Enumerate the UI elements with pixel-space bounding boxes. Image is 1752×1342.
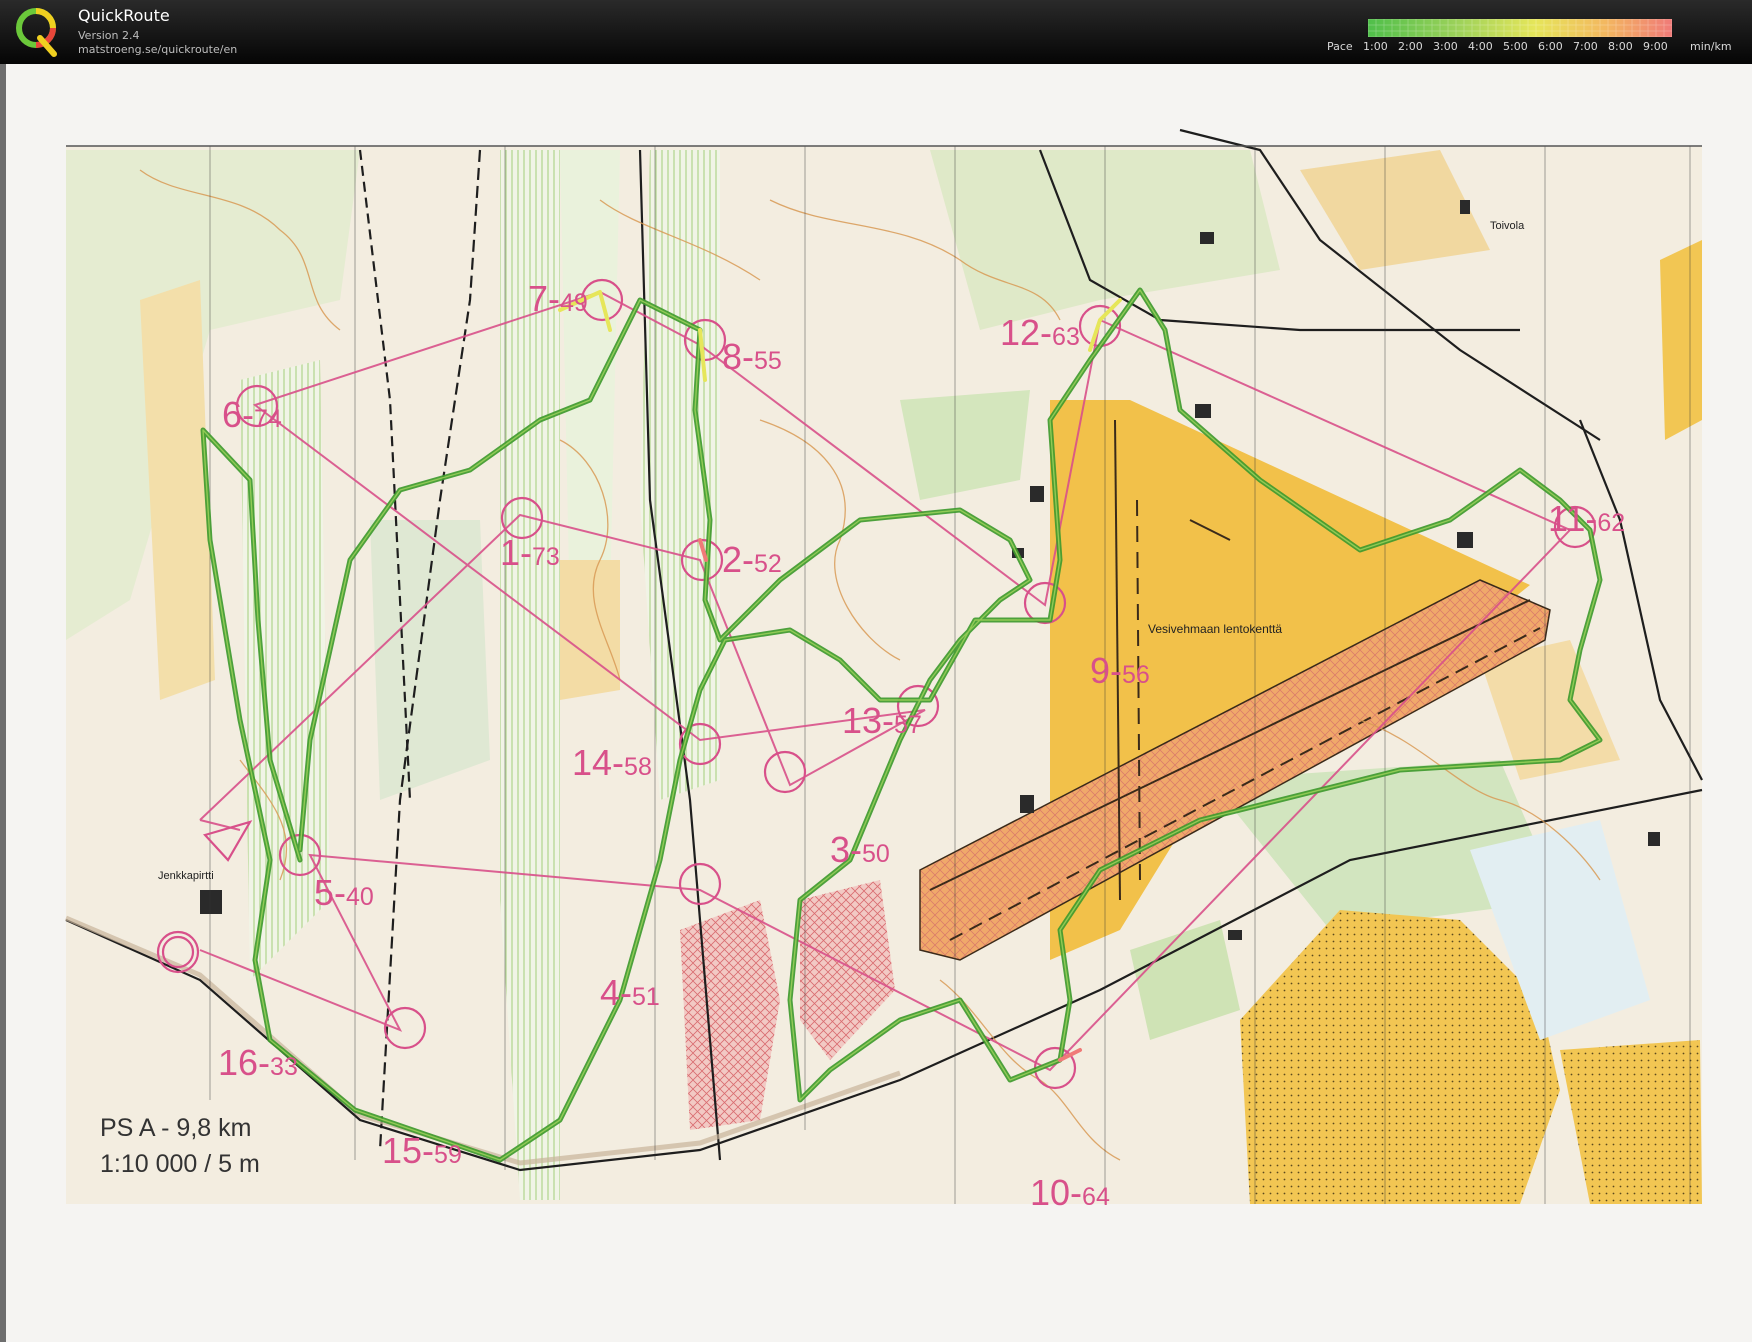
app-version: Version 2.4 [78, 29, 140, 42]
control-label: 15-59 [382, 1130, 462, 1171]
course-info: PS A - 9,8 km [100, 1114, 252, 1142]
control-label: 4-51 [600, 972, 660, 1013]
pace-label: Pace [1327, 40, 1353, 53]
control-label: 14-58 [572, 742, 652, 783]
top-bar: QuickRoute Version 2.4 matstroeng.se/qui… [0, 0, 1752, 64]
app-title: QuickRoute [78, 6, 170, 25]
pace-unit: min/km [1690, 40, 1732, 53]
control-label: 12-63 [1000, 312, 1080, 353]
control-label: 7-49 [528, 278, 588, 319]
place-name-airfield: Vesivehmaan lentokenttä [1148, 622, 1283, 636]
control-label: 3-50 [830, 829, 890, 870]
control-label: 13-57 [842, 700, 922, 741]
pace-tick: 1:00 [1363, 40, 1388, 53]
control-label: 2-52 [722, 539, 782, 580]
app-url-link[interactable]: matstroeng.se/quickroute/en [78, 43, 237, 56]
pace-color-scale [1368, 19, 1672, 37]
control-label: 16-33 [218, 1042, 298, 1083]
pace-tick: 9:00 [1643, 40, 1668, 53]
pace-tick: 7:00 [1573, 40, 1598, 53]
pace-tick: 4:00 [1468, 40, 1493, 53]
control-label: 5-40 [314, 872, 374, 913]
scale-info: 1:10 000 / 5 m [100, 1150, 260, 1178]
pace-tick: 2:00 [1398, 40, 1423, 53]
pace-tick: 6:00 [1538, 40, 1563, 53]
control-label: 8-55 [722, 336, 782, 377]
map-terrain [65, 128, 1703, 1204]
control-label: 9-56 [1090, 650, 1150, 691]
control-label: 10-64 [1030, 1172, 1110, 1213]
pace-tick: 5:00 [1503, 40, 1528, 53]
control-label: 6-74 [222, 394, 282, 435]
map-scan-area[interactable]: 1-73 2-52 3-50 4-51 5-40 6-74 7-49 8-55 … [0, 64, 1752, 1342]
quickroute-logo-icon [16, 8, 57, 57]
paper-left-edge [0, 64, 6, 1342]
control-label: 1-73 [500, 532, 560, 573]
pace-tick: 3:00 [1433, 40, 1458, 53]
pace-tick: 8:00 [1608, 40, 1633, 53]
place-name-toivola: Toivola [1490, 220, 1525, 232]
control-label: 11-62 [1548, 498, 1626, 539]
place-name-jenkkapirtti: Jenkkapirtti [158, 870, 214, 882]
